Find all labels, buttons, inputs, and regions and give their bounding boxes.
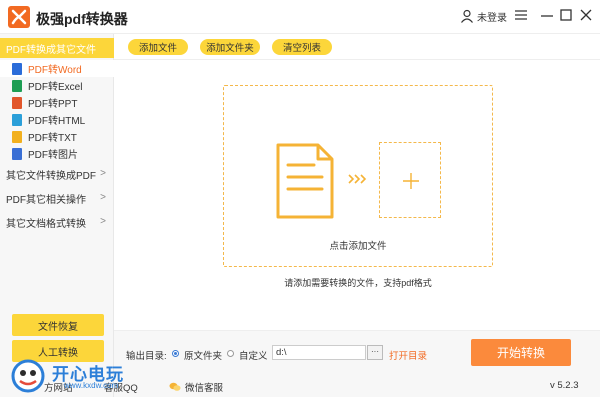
plus-icon — [403, 173, 419, 189]
start-convert-label: 开始转换 — [496, 346, 545, 360]
watermark-url: www.kxdw.com — [64, 381, 119, 390]
excel-file-icon — [12, 79, 22, 92]
radio-custom-label: 自定义 — [239, 351, 268, 362]
html-file-icon — [12, 113, 22, 126]
add-file-button[interactable]: 添加文件 — [128, 39, 188, 55]
txt-file-icon — [12, 130, 22, 143]
sidebar-item-label: PDF转HTML — [28, 116, 86, 127]
add-file-label: 添加文件 — [138, 43, 177, 54]
close-icon — [580, 9, 592, 21]
category-label: 其它文档格式转换 — [6, 218, 86, 230]
category-other-to-pdf[interactable]: 其它文件转换成PDF > — [0, 163, 114, 185]
user-login-label: 未登录 — [477, 12, 507, 24]
output-panel: 输出目录: 原文件夹 自定义 ··· 打开目录 开始转换 方网站 客服QQ 微信… — [44, 330, 600, 397]
start-convert-button[interactable]: 开始转换 — [471, 339, 571, 366]
toolbar: 添加文件 添加文件夹 清空列表 — [114, 34, 600, 60]
menu-button[interactable] — [511, 5, 531, 25]
image-file-icon — [12, 147, 22, 160]
add-folder-label: 添加文件夹 — [206, 43, 254, 54]
maximize-button[interactable] — [556, 5, 576, 25]
close-button[interactable] — [576, 5, 596, 25]
sidebar-item-label: PDF转TXT — [28, 133, 77, 144]
user-login-button[interactable]: 未登录 — [460, 6, 507, 26]
sidebar-item-pdf-to-image[interactable]: PDF转图片 — [0, 145, 114, 162]
category-label: PDF其它相关操作 — [6, 194, 86, 206]
file-drop-zone[interactable]: 点击添加文件 — [223, 85, 493, 267]
output-path-input[interactable] — [272, 345, 366, 360]
sidebar-item-label: PDF转图片 — [28, 150, 78, 161]
sidebar-item-pdf-to-ppt[interactable]: PDF转PPT — [0, 94, 114, 111]
drop-zone-label: 点击添加文件 — [329, 241, 387, 252]
version-label: v 5.2.3 — [550, 380, 579, 391]
category-pdf-other-ops[interactable]: PDF其它相关操作 > — [0, 187, 114, 209]
clear-list-button[interactable]: 清空列表 — [272, 39, 332, 55]
app-title: 极强pdf转换器 — [36, 11, 128, 27]
file-recovery-button[interactable]: 文件恢复 — [12, 314, 104, 336]
title-bar: 极强pdf转换器 未登录 — [0, 0, 600, 34]
sidebar-item-pdf-to-word[interactable]: PDF转Word — [0, 60, 114, 77]
sidebar-item-pdf-to-html[interactable]: PDF转HTML — [0, 111, 114, 128]
sidebar-item-label: PDF转PPT — [28, 99, 78, 110]
chevron-right-icon: > — [100, 168, 106, 179]
radio-custom-folder[interactable] — [227, 350, 234, 357]
chevron-right-icon: > — [100, 192, 106, 203]
open-directory-link[interactable]: 打开目录 — [389, 348, 427, 362]
sidebar-item-label: PDF转Excel — [28, 82, 83, 93]
minimize-button[interactable] — [537, 5, 557, 25]
category-label: 其它文件转换成PDF — [6, 170, 96, 182]
menu-icon — [515, 10, 527, 20]
add-folder-button[interactable]: 添加文件夹 — [200, 39, 260, 55]
file-recovery-label: 文件恢复 — [38, 321, 78, 333]
sidebar-item-pdf-to-excel[interactable]: PDF转Excel — [0, 77, 114, 94]
ppt-file-icon — [12, 96, 22, 109]
category-label: PDF转换成其它文件 — [6, 44, 96, 56]
maximize-icon — [560, 9, 572, 21]
clear-list-label: 清空列表 — [282, 43, 321, 54]
wechat-support-label: 微信客服 — [185, 383, 224, 394]
radio-original-folder[interactable] — [172, 350, 179, 357]
browse-button[interactable]: ··· — [367, 345, 383, 360]
minimize-icon — [541, 15, 553, 17]
wechat-support-link[interactable]: 微信客服 — [169, 380, 223, 394]
drop-zone-hint: 请添加需要转换的文件，支持pdf格式 — [284, 278, 432, 288]
category-other-doc-formats[interactable]: 其它文档格式转换 > — [0, 211, 114, 233]
category-pdf-to-other[interactable]: PDF转换成其它文件 — [0, 38, 114, 58]
app-logo-icon — [8, 6, 30, 28]
radio-original-label: 原文件夹 — [184, 351, 223, 362]
sidebar: PDF转换成其它文件 PDF转Word PDF转Excel PDF转PPT PD… — [0, 34, 114, 397]
wechat-icon — [169, 382, 181, 391]
add-file-target[interactable] — [379, 142, 441, 218]
document-icon — [276, 143, 334, 219]
sidebar-item-pdf-to-txt[interactable]: PDF转TXT — [0, 128, 114, 145]
chevron-right-icon: > — [100, 216, 106, 227]
user-icon — [461, 9, 473, 23]
word-file-icon — [12, 62, 22, 75]
sidebar-item-label: PDF转Word — [28, 65, 82, 76]
arrows-icon — [348, 174, 367, 184]
